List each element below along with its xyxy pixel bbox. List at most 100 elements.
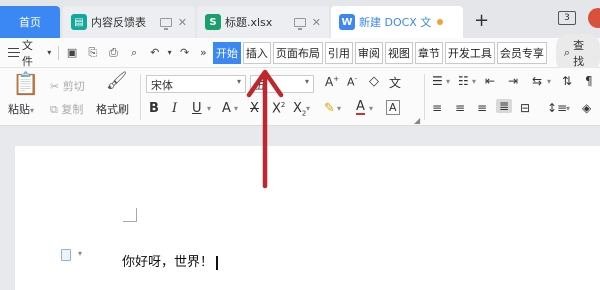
file-menu[interactable]: 文件: [22, 37, 42, 69]
format-painter-icon[interactable]: 🖌: [106, 71, 128, 91]
unsaved-dot-icon: [437, 19, 444, 25]
chevron-down-icon[interactable]: ▾: [369, 104, 373, 113]
word-doc-icon: W: [339, 14, 355, 30]
chinese-layout-icon[interactable]: ⇆: [532, 74, 542, 88]
character-border-icon[interactable]: A: [386, 100, 400, 115]
tab-references[interactable]: 引用: [324, 41, 353, 64]
font-color-icon[interactable]: A: [356, 100, 365, 115]
tab-new-docx[interactable]: W 新建 DOCX 文: [331, 6, 463, 38]
phonetic-guide-icon[interactable]: 文: [389, 74, 401, 91]
bullet-list-icon[interactable]: ☰: [432, 74, 443, 88]
decrease-indent-icon[interactable]: ⇤: [485, 74, 495, 88]
font-size-value: 五: [255, 79, 266, 92]
tab-chapter[interactable]: 章节: [414, 41, 443, 64]
copy-label: 复制: [61, 103, 84, 116]
chevron-down-icon[interactable]: ▾: [566, 104, 570, 113]
format-painter-button[interactable]: 格式刷: [96, 101, 129, 117]
subscript-icon[interactable]: X2: [293, 101, 306, 118]
line-spacing-icon[interactable]: ↕≡: [547, 101, 567, 115]
chevron-down-icon[interactable]: ▾: [234, 104, 238, 113]
align-center-icon[interactable]: ≡: [455, 101, 465, 115]
clear-format-icon[interactable]: ◇: [369, 74, 379, 89]
tab-review[interactable]: 审阅: [354, 41, 383, 64]
document-canvas: ▾ 你好呀，世界！: [0, 126, 600, 290]
tab-developer[interactable]: 开发工具: [444, 41, 495, 64]
new-tab-plus-icon[interactable]: +: [474, 10, 489, 31]
document-page[interactable]: ▾ 你好呀，世界！: [15, 146, 600, 290]
tab-label: 新建 DOCX 文: [359, 16, 432, 29]
close-icon[interactable]: ✕: [312, 16, 321, 29]
font-size-select[interactable]: 五 ▾: [250, 75, 314, 93]
distributed-align-icon[interactable]: ⊟: [520, 101, 530, 115]
font-name-select[interactable]: 宋体 ▾: [146, 75, 246, 93]
paste-button[interactable]: 粘贴▾: [8, 101, 34, 117]
copy-button[interactable]: ⧉ 复制: [50, 101, 83, 117]
print-icon[interactable]: ⎙: [107, 46, 120, 60]
tab-start[interactable]: 开始: [212, 41, 241, 64]
tab-insert[interactable]: 插入: [242, 41, 271, 64]
justify-icon[interactable]: ≣: [496, 99, 513, 113]
show-marks-icon[interactable]: ¶: [585, 74, 593, 88]
close-icon[interactable]: ✕: [178, 16, 187, 29]
avatar[interactable]: [588, 8, 600, 28]
paragraph-text: 你好呀，世界！: [122, 255, 214, 270]
align-right-icon[interactable]: ≡: [477, 101, 487, 115]
numbered-list-icon[interactable]: ☷: [458, 74, 469, 88]
chevron-down-icon[interactable]: ▾: [46, 46, 53, 60]
cut-button[interactable]: ✂ 剪切: [50, 78, 85, 94]
tab-view[interactable]: 视图: [384, 41, 413, 64]
document-text[interactable]: 你好呀，世界！: [122, 251, 218, 270]
chevron-down-icon[interactable]: ▾: [78, 249, 82, 258]
bold-icon[interactable]: B: [149, 101, 159, 116]
scissors-icon: ✂: [50, 80, 60, 93]
increase-indent-icon[interactable]: ⇥: [508, 74, 518, 88]
chevron-down-icon[interactable]: ▾: [337, 104, 341, 113]
search-label: 查找: [573, 38, 585, 68]
save-icon[interactable]: ▣: [66, 46, 79, 60]
chevron-down-icon[interactable]: ▾: [472, 77, 476, 86]
monitor-icon: [293, 17, 306, 30]
paragraph-handle-icon[interactable]: [61, 249, 71, 261]
divider: [424, 74, 425, 120]
margin-corner-mark: [123, 208, 137, 222]
shrink-font-icon[interactable]: A-: [347, 75, 357, 89]
chevron-down-icon[interactable]: ▾: [547, 77, 551, 86]
search-button[interactable]: ⌕ 查找: [555, 33, 600, 72]
chevron-down-icon[interactable]: ▾: [166, 46, 173, 60]
sort-icon[interactable]: ⇅: [562, 74, 572, 88]
chevron-down-icon[interactable]: ▾: [446, 77, 450, 86]
monitor-icon: [159, 17, 172, 30]
align-left-icon[interactable]: ≡: [432, 101, 442, 115]
tab-label: 标题.xlsx: [225, 16, 273, 29]
tab-label: 内容反馈表: [91, 16, 146, 29]
italic-icon[interactable]: I: [172, 101, 177, 116]
grow-font-icon[interactable]: A+: [325, 75, 339, 89]
dialog-launcher-icon[interactable]: ◢: [414, 116, 420, 125]
redo-icon[interactable]: ↷: [178, 46, 191, 60]
more-chevron-icon[interactable]: »: [199, 46, 208, 60]
tab-page-layout[interactable]: 页面布局: [272, 41, 323, 64]
shading-icon[interactable]: ◈: [582, 101, 591, 115]
chevron-down-icon[interactable]: ▾: [306, 104, 310, 113]
tab-title-xlsx[interactable]: S 标题.xlsx ✕: [197, 6, 329, 38]
highlight-icon[interactable]: ✎: [324, 101, 335, 116]
tab-home[interactable]: 首页: [0, 6, 60, 38]
menu-icon[interactable]: [8, 48, 20, 57]
underline-icon[interactable]: U: [192, 101, 202, 116]
form-doc-icon: ▤: [71, 14, 87, 30]
chevron-down-icon: ▾: [304, 77, 309, 86]
paste-icon[interactable]: 📋: [12, 72, 39, 97]
chevron-down-icon[interactable]: ▾: [207, 104, 211, 113]
superscript-icon[interactable]: X2: [272, 101, 285, 116]
menu-bar: 文件 ▾ ▣ ⎘ ⎙ ⌕ ↶ ▾ ↷ » 开始 插入 页面布局 引用 审阅 视图…: [0, 33, 600, 72]
tab-content-feedback[interactable]: ▤ 内容反馈表 ✕: [63, 6, 195, 38]
export-icon[interactable]: ⎘: [86, 46, 99, 60]
font-effect-icon[interactable]: A: [222, 101, 231, 116]
strikethrough-icon[interactable]: X: [250, 101, 259, 116]
undo-icon[interactable]: ↶: [148, 46, 161, 60]
tab-member[interactable]: 会员专享: [496, 41, 547, 64]
font-name-value: 宋体: [151, 79, 173, 92]
ribbon-toolbar: 📋 粘贴▾ ✂ 剪切 ⧉ 复制 🖌 格式刷 宋体 ▾ 五 ▾ A+ A- ◇ 文…: [0, 68, 600, 126]
window-counter[interactable]: 3: [558, 11, 576, 25]
print-preview-icon[interactable]: ⌕: [128, 46, 141, 60]
